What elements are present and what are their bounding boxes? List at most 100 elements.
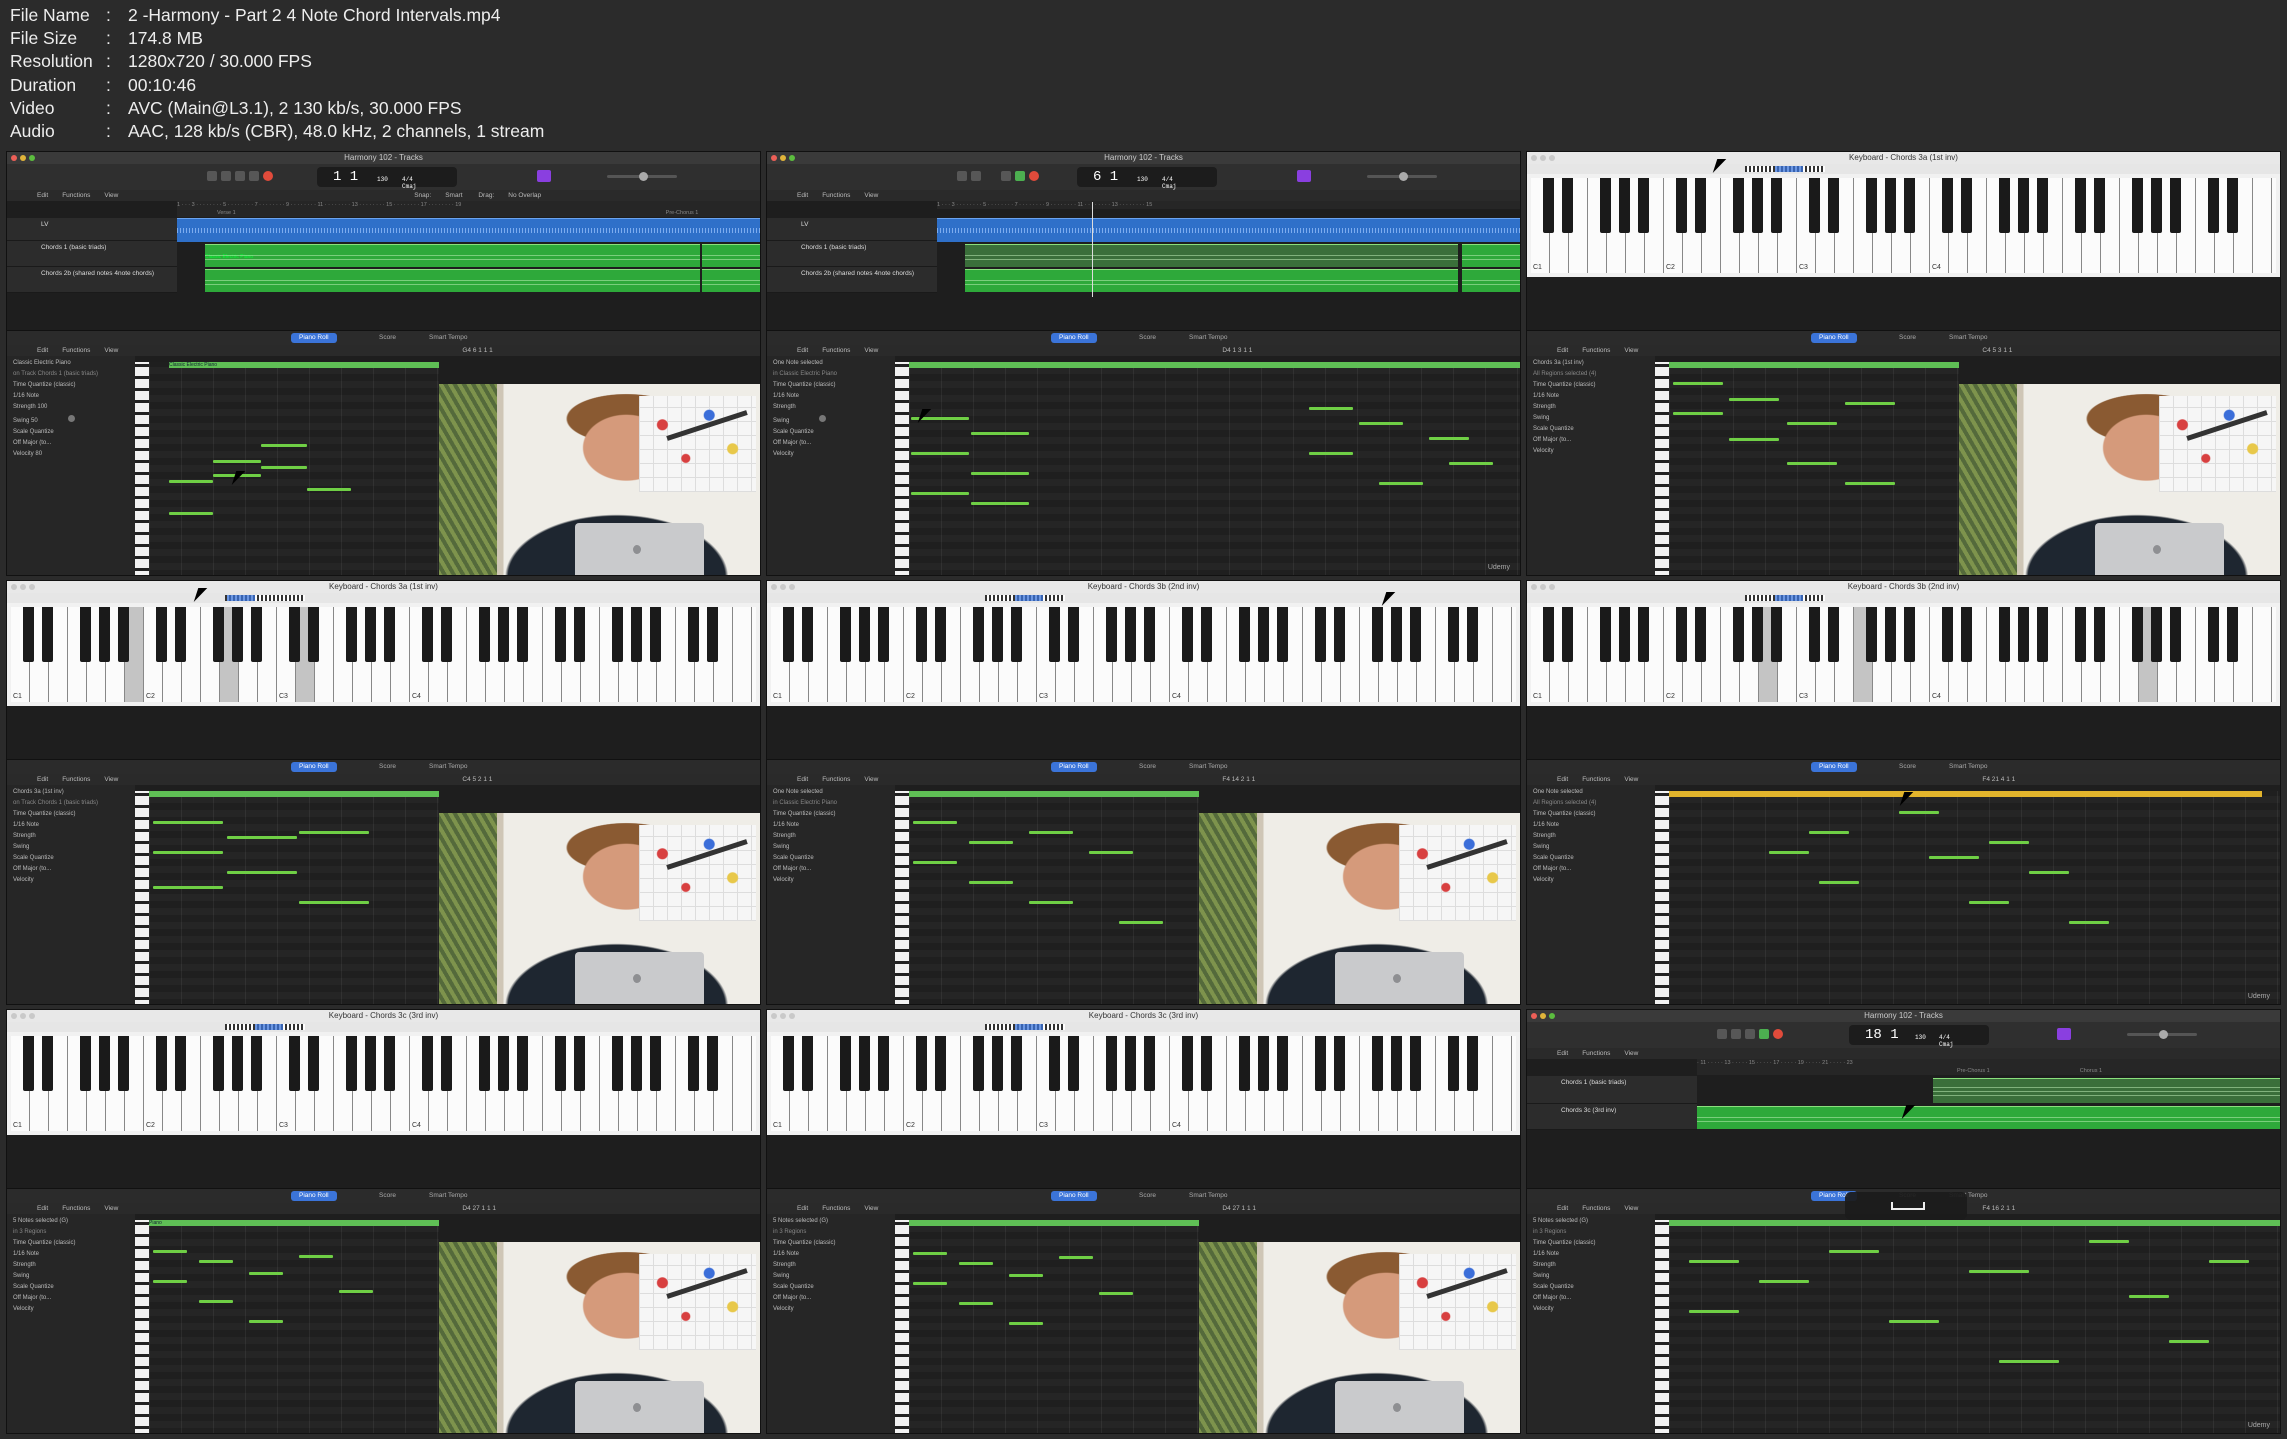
- region-header[interactable]: Classic Electric Piano: [169, 362, 439, 368]
- lcd-display[interactable]: 6 1 130 4/4 Cmaj: [1077, 167, 1217, 190]
- master-volume-slider[interactable]: [607, 172, 677, 181]
- tracks-menubar: Edit Functions View Snap: Smart Drag: No Ove…: [7, 190, 760, 201]
- scale-quantize-off[interactable]: Off: [13, 440, 21, 446]
- file-info-row: Resolution:1280x720 / 30.000 FPS: [10, 51, 312, 72]
- tab-piano-roll[interactable]: Piano Roll: [291, 333, 337, 343]
- thumbnail-frame-6: Keyboard - Chords 3b (2nd inv) C1 C2 C3 C4 …: [1526, 580, 2281, 1005]
- rewind-button[interactable]: [957, 171, 967, 181]
- tab-smart-tempo[interactable]: Smart Tempo: [1181, 333, 1236, 343]
- midi-region[interactable]: [205, 269, 700, 292]
- scale-select[interactable]: Major (to...: [23, 440, 52, 446]
- webcam-video: [1959, 384, 2280, 575]
- midi-region[interactable]: Classic Electric Piano: [205, 244, 700, 267]
- timeline-ruler[interactable]: 1 · · · 3 · · · · · · · · 5 · · · · · · …: [177, 201, 760, 209]
- udemy-watermark: Udemy: [1487, 564, 1510, 571]
- midi-note[interactable]: [169, 512, 213, 515]
- forward-button[interactable]: [1731, 1029, 1741, 1039]
- lcd-display[interactable]: 1 1 130 4/4 Cmaj: [317, 167, 457, 190]
- swing-value[interactable]: 50: [31, 418, 38, 424]
- file-info-row: Audio: AAC, 128 kb/s (CBR), 48.0 kHz, 2 c…: [10, 121, 545, 142]
- window-controls[interactable]: [11, 155, 35, 161]
- thumbnail-frame-5: Keyboard - Chords 3b (2nd inv) C1 C2 C3 C4 …: [766, 580, 1521, 1005]
- midi-region[interactable]: [965, 244, 1458, 267]
- track-header[interactable]: Chords 2b (shared notes 4note chords): [7, 267, 177, 293]
- plugin-icon[interactable]: [537, 170, 551, 182]
- audio-region[interactable]: [177, 218, 760, 242]
- quantize-select[interactable]: 1/16 Note: [13, 393, 131, 399]
- playhead[interactable]: [1092, 202, 1093, 297]
- musical-typing-keyboard: C1 C2 C3 C4: [1527, 164, 2280, 277]
- forward-button[interactable]: [971, 171, 981, 181]
- lcd-display[interactable]: 18 1 130 4/4 Cmaj: [1849, 1025, 1989, 1048]
- octave-range-selector[interactable]: [1745, 166, 1825, 172]
- piano-keys[interactable]: [135, 362, 149, 575]
- rewind-button[interactable]: [207, 171, 217, 181]
- webcam-video: [439, 813, 760, 1004]
- thumbnail-frame-4: Keyboard - Chords 3a (1st inv) C1 C2 C3 C4 …: [6, 580, 761, 1005]
- functions-menu[interactable]: Functions: [62, 192, 90, 199]
- space-key-overlay: [1845, 1192, 1967, 1220]
- stop-button[interactable]: [1745, 1029, 1755, 1039]
- position-readout: G4 6 1 1 1: [462, 347, 493, 354]
- thumbnail-frame-8: Keyboard - Chords 3c (3rd inv) C1 C2 C3 C4 …: [766, 1009, 1521, 1434]
- record-button[interactable]: [1029, 171, 1039, 181]
- control-bar: 1 1 130 4/4 Cmaj: [7, 164, 760, 191]
- tab-piano-roll[interactable]: Piano Roll: [1051, 333, 1097, 343]
- midi-note[interactable]: [169, 480, 213, 483]
- timeline-ruler[interactable]: 1 · · · 3 · · · · · · · · 5 · · · · · · …: [937, 201, 1520, 209]
- rewind-button[interactable]: [1717, 1029, 1727, 1039]
- webcam-video: [439, 1242, 760, 1433]
- stop-button[interactable]: [1001, 171, 1011, 181]
- tab-score[interactable]: Score: [371, 333, 404, 343]
- piano-roll-grid[interactable]: [909, 362, 1520, 575]
- midi-region[interactable]: [702, 244, 760, 267]
- tab-score[interactable]: Score: [1131, 333, 1164, 343]
- snap-select[interactable]: Smart: [445, 192, 462, 199]
- midi-region[interactable]: [965, 269, 1458, 292]
- play-button[interactable]: [1015, 171, 1025, 181]
- file-info-row: Duration:00:10:46: [10, 74, 197, 95]
- audio-region[interactable]: [937, 218, 1520, 242]
- view-menu[interactable]: View: [104, 192, 118, 199]
- midi-note[interactable]: [261, 444, 307, 447]
- plugin-icon[interactable]: [1297, 170, 1311, 182]
- webcam-video: [439, 384, 760, 575]
- record-button[interactable]: [263, 171, 273, 181]
- thumbnail-frame-2: Harmony 102 - Tracks 6 1 130 4/4 Cmaj Edit F…: [766, 151, 1521, 576]
- thumbnail-frame-7: Keyboard - Chords 3c (3rd inv) C1 C2 C3 C4 …: [6, 1009, 761, 1434]
- tab-smart-tempo[interactable]: Smart Tempo: [421, 333, 476, 343]
- file-info-row: Video: AVC (Main@L3.1), 2 130 kb/s, 30.00…: [10, 97, 462, 118]
- play-button[interactable]: [1759, 1029, 1769, 1039]
- track-header[interactable]: Chords 1 (basic triads): [7, 241, 177, 267]
- stop-button[interactable]: [235, 171, 245, 181]
- keyboard-keys[interactable]: C1 C2 C3 C4: [1531, 178, 2276, 273]
- midi-note[interactable]: [261, 466, 307, 469]
- midi-region[interactable]: [702, 269, 760, 292]
- webcam-video: [1199, 813, 1520, 1004]
- webcam-video: [1199, 1242, 1520, 1433]
- midi-note[interactable]: [213, 460, 261, 463]
- file-info-row: File Size:174.8 MB: [10, 28, 203, 49]
- thumbnail-frame-1: Harmony 102 - Tracks 1 1 130 4/4 Cmaj Edit F…: [6, 151, 761, 576]
- forward-button[interactable]: [221, 171, 231, 181]
- edit-menu[interactable]: Edit: [37, 192, 48, 199]
- thumbnail-frame-3: Keyboard - Chords 3a (1st inv) C1 C2 C3 C4 …: [1526, 151, 2281, 576]
- master-volume-slider[interactable]: [1367, 172, 1437, 181]
- record-button[interactable]: [1773, 1029, 1783, 1039]
- editor-tabs: Piano Roll Score Smart Tempo: [7, 330, 760, 345]
- track-header[interactable]: LV: [7, 218, 177, 241]
- midi-note[interactable]: [307, 488, 351, 491]
- window-titlebar: Harmony 102 - Tracks: [7, 152, 760, 164]
- file-info: File Name:2 -Harmony - Part 2 4 Note Cho…: [10, 4, 544, 143]
- play-button[interactable]: [249, 171, 259, 181]
- piano-keys[interactable]: [895, 362, 909, 575]
- drag-select[interactable]: No Overlap: [508, 192, 541, 199]
- velocity-value[interactable]: 80: [35, 451, 42, 457]
- strength-value[interactable]: 100: [37, 404, 47, 410]
- region-inspector: Classic Electric Piano on Track Chords 1…: [7, 356, 135, 575]
- marker-lane[interactable]: Verse 1 Pre-Chorus 1: [177, 209, 760, 217]
- swing-knob[interactable]: [67, 415, 75, 422]
- piano-roll-grid[interactable]: Classic Electric Piano: [149, 362, 439, 575]
- file-info-row: File Name:2 -Harmony - Part 2 4 Note Cho…: [10, 5, 501, 25]
- thumbnail-frame-9: Harmony 102 - Tracks 18 1 130 4/4 Cmaj Edit…: [1526, 1009, 2281, 1434]
